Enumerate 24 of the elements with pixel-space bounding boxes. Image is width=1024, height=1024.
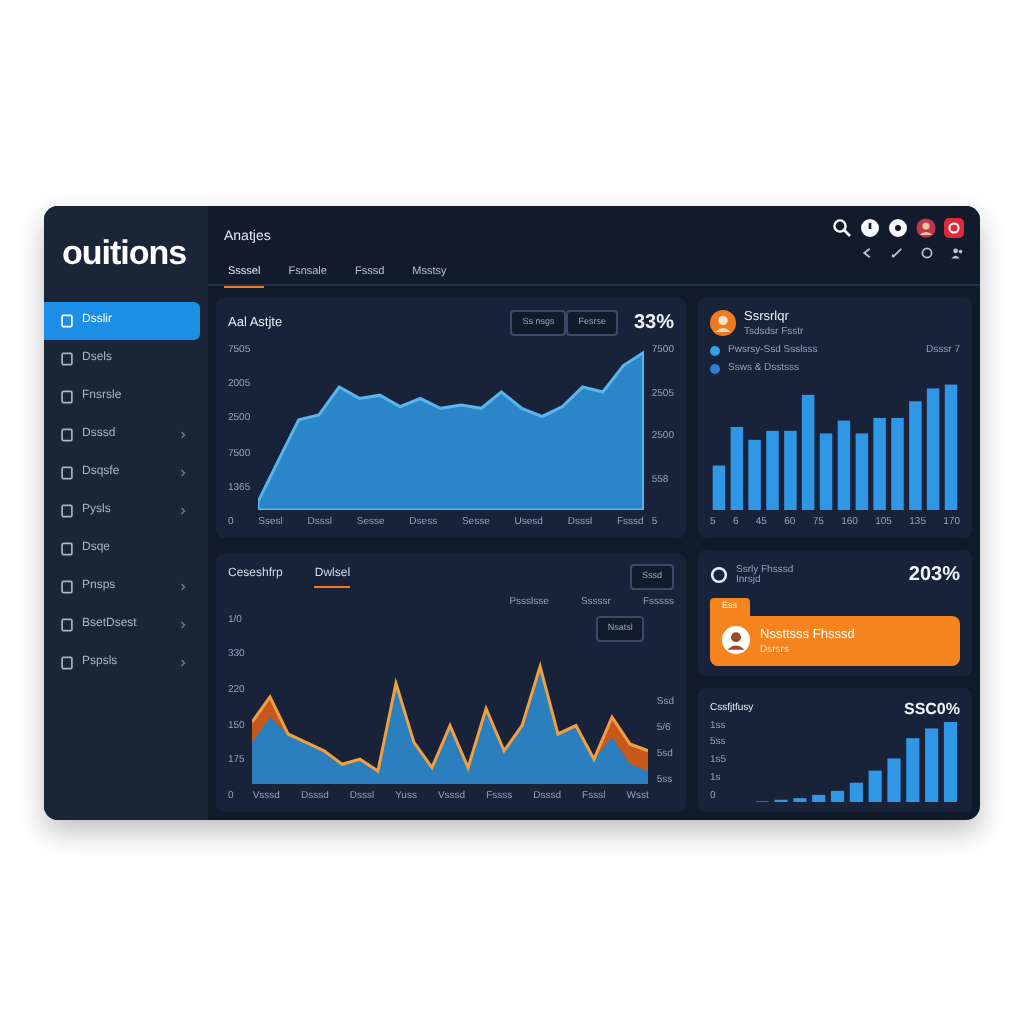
page-icon [60,390,74,404]
page-icon [60,542,74,556]
refresh-icon[interactable] [920,246,934,260]
back-icon[interactable] [860,246,874,260]
stat-value: 203% [908,562,960,590]
page-icon [60,352,74,366]
search-icon[interactable] [832,218,852,238]
ring-icon [710,566,728,584]
page-icon [60,580,74,594]
percent-value: 33% [633,310,674,338]
avatar-icon[interactable] [916,218,936,238]
page-icon [60,504,74,518]
logo: ouitions [60,232,189,277]
users-icon[interactable] [950,246,964,260]
page-icon [60,314,74,328]
alert-icon[interactable] [860,218,880,238]
avatar-icon [710,309,736,336]
chart-value: SSC0% [903,697,960,721]
page-icon [60,618,74,632]
page-icon [60,428,74,442]
page-icon [60,656,74,670]
page-icon [60,466,74,480]
notification-icon[interactable] [944,218,964,238]
avatar-icon [722,626,750,655]
